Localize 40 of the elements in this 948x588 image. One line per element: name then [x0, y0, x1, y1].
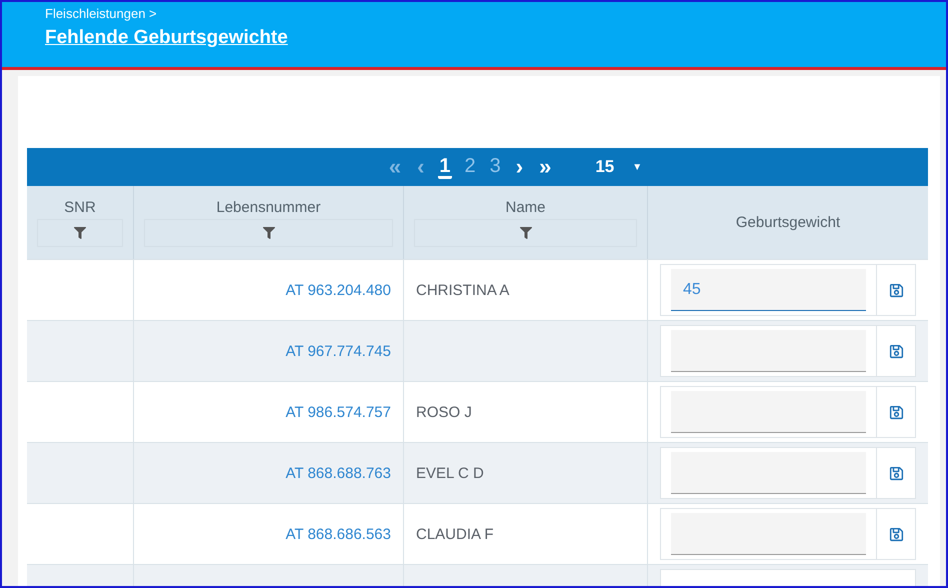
save-icon	[888, 466, 904, 480]
weight-input-field[interactable]	[671, 452, 866, 494]
column-header: Name	[505, 198, 546, 216]
lebensnummer-link[interactable]: AT 868.686.563	[286, 526, 391, 542]
lebensnummer-link[interactable]: AT 967.774.745	[286, 342, 391, 360]
previous-page-button[interactable]: ‹	[415, 156, 426, 178]
table-cell: CHRISTINA A	[416, 282, 510, 298]
filter-field[interactable]	[37, 218, 123, 246]
page-size-dropdown[interactable]: 15 ▼	[589, 156, 648, 178]
page-button[interactable]: 2	[464, 156, 477, 178]
column-header: Geburtsgewicht	[736, 214, 840, 231]
filter-icon	[520, 226, 532, 238]
filter-field[interactable]	[144, 218, 393, 246]
weight-input-field[interactable]	[671, 330, 866, 372]
lebensnummer-link[interactable]: AT 868.688.763	[286, 464, 391, 482]
weight-input-field[interactable]	[671, 513, 866, 555]
first-page-button[interactable]: «	[386, 156, 404, 178]
save-icon	[888, 282, 904, 298]
last-page-button[interactable]: »	[537, 156, 554, 178]
weight-input-field[interactable]: 45	[671, 269, 866, 311]
weight-input-field[interactable]	[671, 391, 866, 433]
caret-icon: ▼	[632, 162, 642, 172]
page-button[interactable]: 3	[488, 156, 502, 178]
save-icon	[888, 404, 904, 420]
lebensnummer-link[interactable]: AT 963.204.480	[286, 282, 391, 298]
lebensnummer-link[interactable]: AT 986.574.757	[286, 404, 391, 420]
column-header: Lebensnummer	[216, 198, 321, 216]
page-title: Fehlende Geburtsgewichte	[45, 27, 289, 49]
filter-icon	[74, 226, 86, 238]
table-cell: ROSO J	[416, 404, 472, 420]
save-icon	[888, 526, 904, 542]
next-page-button[interactable]: ›	[514, 156, 526, 178]
table-cell: CLAUDIA F	[416, 526, 494, 542]
filter-icon	[262, 226, 274, 238]
filter-field[interactable]	[414, 218, 637, 246]
page-button[interactable]: 1	[438, 156, 452, 178]
breadcrumb: Fleischleistungen >	[45, 6, 158, 21]
table-cell: EVEL C D	[416, 464, 484, 482]
save-icon	[888, 344, 904, 358]
column-header: SNR	[64, 198, 96, 216]
